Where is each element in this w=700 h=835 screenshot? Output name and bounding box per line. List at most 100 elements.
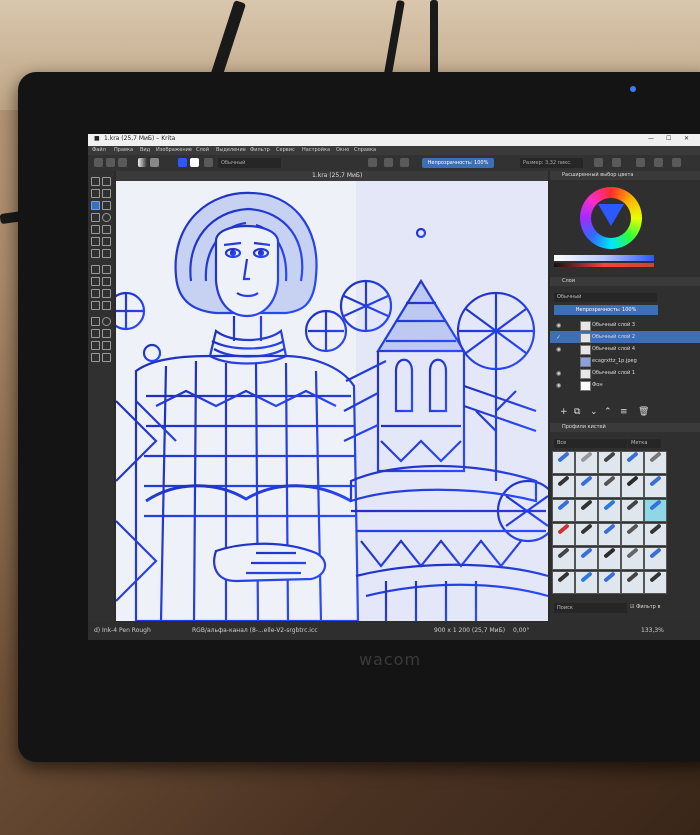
menu-tools[interactable]: Сервис xyxy=(276,147,295,153)
brush-preset[interactable] xyxy=(598,571,621,594)
brush-search-input[interactable]: Поиск xyxy=(554,603,627,613)
brush-preset[interactable] xyxy=(598,475,621,498)
calligraphy-tool-icon[interactable] xyxy=(102,189,111,198)
pan-tool-icon[interactable] xyxy=(102,353,111,362)
brush-preset[interactable] xyxy=(644,451,667,474)
polygon-select-tool-icon[interactable] xyxy=(91,329,100,338)
eye-icon[interactable]: ✓ xyxy=(556,334,561,341)
brush-preset[interactable] xyxy=(621,523,644,546)
transform-tool-icon[interactable] xyxy=(91,177,100,186)
measure-tool-icon[interactable] xyxy=(102,301,111,310)
polyline-tool-icon[interactable] xyxy=(102,225,111,234)
reload-icon[interactable] xyxy=(400,158,409,167)
rect-select-tool-icon[interactable] xyxy=(91,317,100,326)
brush-preset[interactable] xyxy=(552,499,575,522)
brush-preset[interactable] xyxy=(598,499,621,522)
close-button[interactable]: ✕ xyxy=(684,135,689,142)
brush-filter-checkbox[interactable]: ☑ Фильтр в xyxy=(630,604,660,610)
size-slider[interactable]: Размер: 3,32 пикс. xyxy=(520,158,583,168)
multibrush-tool-icon[interactable] xyxy=(102,249,111,258)
color-picker-tool-icon[interactable] xyxy=(102,277,111,286)
move-layer-down-button[interactable]: ⌄ xyxy=(590,407,598,417)
brush-tool-icon[interactable] xyxy=(91,201,100,210)
pattern-icon[interactable] xyxy=(150,158,159,167)
brush-preset[interactable] xyxy=(621,475,644,498)
line-tool-icon[interactable] xyxy=(102,201,111,210)
brush-preset[interactable] xyxy=(598,547,621,570)
layer-row[interactable]: ◉ Обычный слой 3 xyxy=(550,319,700,331)
eye-icon[interactable]: ◉ xyxy=(556,346,561,353)
menu-help[interactable]: Справка xyxy=(354,147,376,153)
color-wheel[interactable] xyxy=(580,187,642,249)
contiguous-select-tool-icon[interactable] xyxy=(91,341,100,350)
layer-row-selected[interactable]: ✓ Обычный слой 2 xyxy=(550,331,700,343)
ellipse-tool-icon[interactable] xyxy=(102,213,111,222)
canvas-only-icon[interactable] xyxy=(654,158,663,167)
duplicate-layer-button[interactable]: ⧉ xyxy=(574,407,580,417)
brush-preset[interactable] xyxy=(552,571,575,594)
layer-row[interactable]: ◉ Обычный слой 1 xyxy=(550,367,700,379)
move-layer-up-button[interactable]: ⌃ xyxy=(604,407,612,417)
gradient-tool-icon[interactable] xyxy=(91,277,100,286)
layers-opacity-slider[interactable]: Непрозрачность: 100% xyxy=(554,305,658,315)
brush-preset-icon[interactable] xyxy=(204,158,213,167)
brush-preset[interactable] xyxy=(644,547,667,570)
brush-preset[interactable] xyxy=(552,475,575,498)
mirror-horizontal-icon[interactable] xyxy=(594,158,603,167)
brush-preset[interactable] xyxy=(621,451,644,474)
background-color-icon[interactable] xyxy=(190,158,199,167)
freehand-path-tool-icon[interactable] xyxy=(102,237,111,246)
brush-preset[interactable] xyxy=(644,523,667,546)
smart-patch-tool-icon[interactable] xyxy=(102,289,111,298)
mirror-vertical-icon[interactable] xyxy=(612,158,621,167)
menu-filter[interactable]: Фильтр xyxy=(250,147,270,153)
polygon-tool-icon[interactable] xyxy=(91,225,100,234)
status-zoom[interactable]: 133,3% xyxy=(641,627,664,634)
brush-preset[interactable] xyxy=(575,475,598,498)
maximize-button[interactable]: ☐ xyxy=(666,135,671,142)
eraser-icon[interactable] xyxy=(368,158,377,167)
workspace-icon[interactable] xyxy=(672,158,681,167)
eye-icon[interactable]: ◉ xyxy=(556,382,561,389)
gradient-icon[interactable] xyxy=(138,158,147,167)
save-document-icon[interactable] xyxy=(118,158,127,167)
color-history-bar[interactable] xyxy=(554,255,654,261)
layers-blend-select[interactable]: Обычный xyxy=(554,293,657,302)
bezier-tool-icon[interactable] xyxy=(91,237,100,246)
canvas[interactable] xyxy=(116,181,548,621)
brush-preset[interactable] xyxy=(644,475,667,498)
eye-icon[interactable]: ◉ xyxy=(556,370,561,377)
open-document-icon[interactable] xyxy=(106,158,115,167)
zoom-tool-icon[interactable] xyxy=(91,353,100,362)
brush-tag-filter[interactable]: Все xyxy=(554,439,627,448)
opacity-slider[interactable]: Непрозрачность: 100% xyxy=(422,158,494,168)
layer-row[interactable]: ◉ Фон xyxy=(550,379,700,391)
preserve-alpha-icon[interactable] xyxy=(384,158,393,167)
blend-mode-select[interactable]: Обычный xyxy=(218,158,281,168)
crop-tool-icon[interactable] xyxy=(91,265,100,274)
menu-window[interactable]: Окно xyxy=(336,147,349,153)
brush-preset[interactable] xyxy=(575,523,598,546)
menu-view[interactable]: Вид xyxy=(140,147,150,153)
text-tool-icon[interactable] xyxy=(102,177,111,186)
brush-preset[interactable] xyxy=(575,571,598,594)
add-layer-button[interactable]: + xyxy=(560,407,568,417)
assistant-tool-icon[interactable] xyxy=(91,301,100,310)
menu-select[interactable]: Выделение xyxy=(216,147,246,153)
brush-preset[interactable] xyxy=(621,571,644,594)
move-tool-icon[interactable] xyxy=(102,265,111,274)
minimize-button[interactable]: — xyxy=(648,135,654,142)
foreground-color-icon[interactable] xyxy=(178,158,187,167)
brush-preset[interactable] xyxy=(598,523,621,546)
layer-properties-button[interactable]: ≡ xyxy=(620,407,628,417)
brush-preset[interactable] xyxy=(575,451,598,474)
rectangle-tool-icon[interactable] xyxy=(91,213,100,222)
recent-colors-bar[interactable] xyxy=(554,263,654,267)
layer-row[interactable]: ecagrxttz_1p.jpeg xyxy=(550,355,700,367)
brush-preset[interactable] xyxy=(644,499,667,522)
brush-preset[interactable] xyxy=(621,499,644,522)
brush-tag-button[interactable]: Метка xyxy=(628,439,661,448)
document-tab[interactable]: 1.kra (25,7 МиБ) xyxy=(116,171,548,181)
layer-row[interactable]: ◉ Обычный слой 4 xyxy=(550,343,700,355)
wrap-around-icon[interactable] xyxy=(636,158,645,167)
